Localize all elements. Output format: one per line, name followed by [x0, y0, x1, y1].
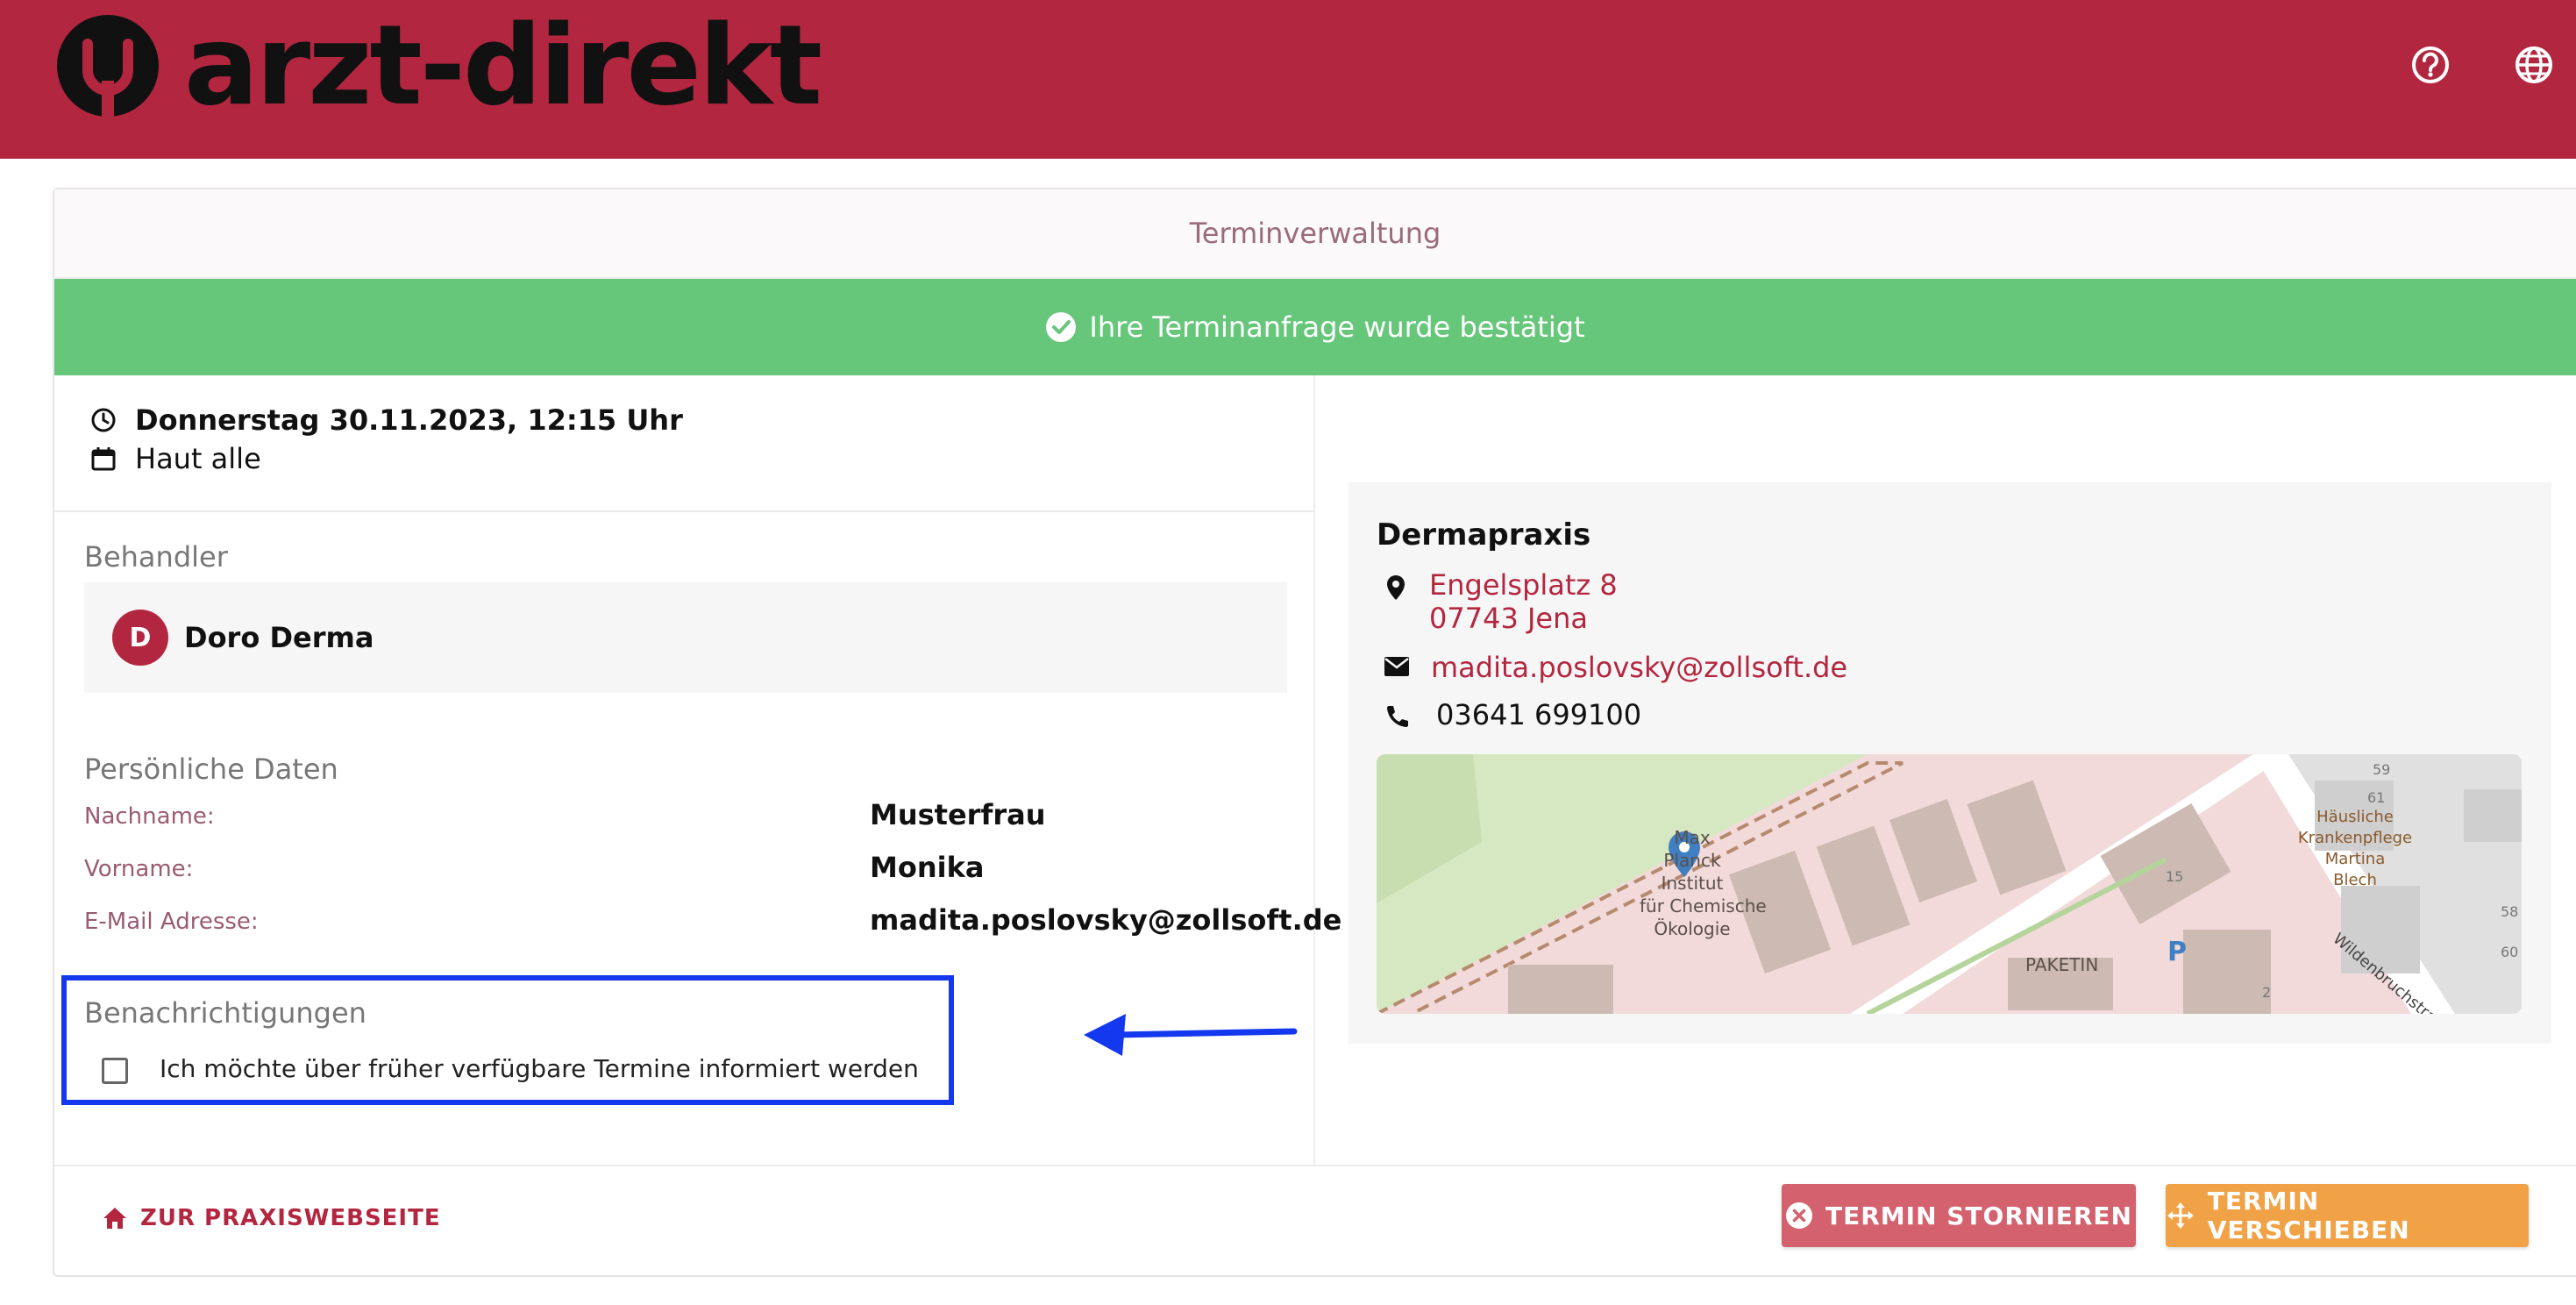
treater-name: Doro Derma [184, 621, 374, 654]
reschedule-appointment-label: TERMIN VERSCHIEBEN [2207, 1187, 2410, 1244]
map-label-paketin: PAKETIN [2025, 954, 2099, 975]
brand-logo[interactable]: arzt-direkt [51, 1, 822, 130]
map-number-58: 58 [2501, 903, 2519, 920]
practice-website-label[interactable]: ZUR PRAXISWEBSEITE [140, 1205, 441, 1231]
globe-icon[interactable] [2513, 44, 2555, 86]
phone-icon [1387, 706, 1408, 727]
treater-section-title: Behandler [84, 540, 228, 574]
map-number-59: 59 [2373, 761, 2391, 778]
map-label-institute: Max Planck Institut für Chemische Ökolog… [1640, 827, 1767, 939]
map-label-care: Häusliche Krankenpflege Martina Blech [2297, 808, 2413, 889]
practice-phone: 03641 699100 [1436, 698, 1642, 731]
practice-website-link[interactable]: ZUR PRAXISWEBSEITE [102, 1205, 441, 1231]
email-row[interactable]: madita.poslovsky@zollsoft.de [1384, 651, 1847, 684]
help-circle-icon[interactable] [2409, 44, 2451, 86]
treater-box: D Doro Derma [84, 582, 1287, 693]
card-title: Terminverwaltung [54, 189, 2576, 279]
address-row[interactable]: Engelsplatz 8 07743 Jena [1384, 568, 1618, 635]
map-number-2: 2 [2262, 984, 2272, 1001]
clock-icon [91, 408, 116, 432]
lastname-value: Musterfrau [870, 798, 1046, 831]
calendar-icon [91, 447, 116, 471]
lastname-label: Nachname: [84, 803, 215, 830]
early-notification-checkbox[interactable] [102, 1058, 128, 1084]
avatar: D [112, 610, 168, 666]
appointment-datetime: Donnerstag 30.11.2023, 12:15 Uhr [135, 403, 683, 437]
arrow-left-icon [1084, 1014, 1298, 1056]
map-number-60: 60 [2501, 944, 2519, 960]
map-label-parking: P [2167, 937, 2187, 967]
brand-name: arzt-direkt [184, 1, 822, 130]
map-number-15: 15 [2166, 868, 2184, 885]
footer-divider [54, 1165, 2576, 1166]
appointment-datetime-row: Donnerstag 30.11.2023, 12:15 Uhr [89, 403, 683, 437]
address-city[interactable]: 07743 Jena [1429, 602, 1618, 635]
address-street[interactable]: Engelsplatz 8 [1429, 568, 1618, 602]
cancel-appointment-button[interactable]: TERMIN STORNIEREN [1782, 1184, 2136, 1247]
logo-mark-icon [57, 15, 159, 119]
mail-icon [1384, 657, 1409, 676]
notifications-highlight [61, 975, 954, 1105]
appointment-type-row: Haut alle [89, 442, 261, 475]
practice-map[interactable]: Max Planck Institut für Chemische Ökolog… [1377, 754, 2522, 1014]
move-arrows-icon [2167, 1202, 2194, 1229]
firstname-value: Monika [870, 851, 985, 884]
top-bar: arzt-direkt [0, 0, 2576, 159]
check-circle-icon [1046, 312, 1077, 342]
email-value: madita.poslovsky@zollsoft.de [870, 903, 1342, 937]
column-divider [1313, 375, 1315, 1165]
section-divider [54, 510, 1313, 512]
confirmation-banner: Ihre Terminanfrage wurde bestätigt [54, 279, 2576, 375]
notifications-section-title: Benachrichtigungen [84, 996, 366, 1030]
map-number-61: 61 [2367, 789, 2386, 806]
map-pin-icon [1387, 575, 1405, 600]
firstname-label: Vorname: [84, 856, 194, 882]
appointment-type: Haut alle [135, 442, 261, 475]
email-label: E-Mail Adresse: [84, 909, 259, 935]
appointment-card: Terminverwaltung Ihre Terminanfrage wurd… [53, 188, 2576, 1277]
practice-name: Dermapraxis [1377, 517, 1591, 553]
cancel-appointment-label: TERMIN STORNIEREN [1825, 1201, 2132, 1230]
practice-email-link[interactable]: madita.poslovsky@zollsoft.de [1431, 651, 1847, 684]
cancel-circle-icon [1786, 1202, 1812, 1229]
reschedule-appointment-button[interactable]: TERMIN VERSCHIEBEN [2166, 1184, 2529, 1247]
practice-info: Dermapraxis Engelsplatz 8 07743 Jena mad… [1348, 482, 2551, 1044]
banner-text: Ihre Terminanfrage wurde bestätigt [1089, 310, 1585, 344]
early-notification-label[interactable]: Ich möchte über früher verfügbare Termin… [160, 1054, 919, 1083]
personal-section-title: Persönliche Daten [84, 752, 338, 786]
phone-row[interactable]: 03641 699100 [1384, 698, 1641, 731]
home-icon [103, 1208, 126, 1229]
